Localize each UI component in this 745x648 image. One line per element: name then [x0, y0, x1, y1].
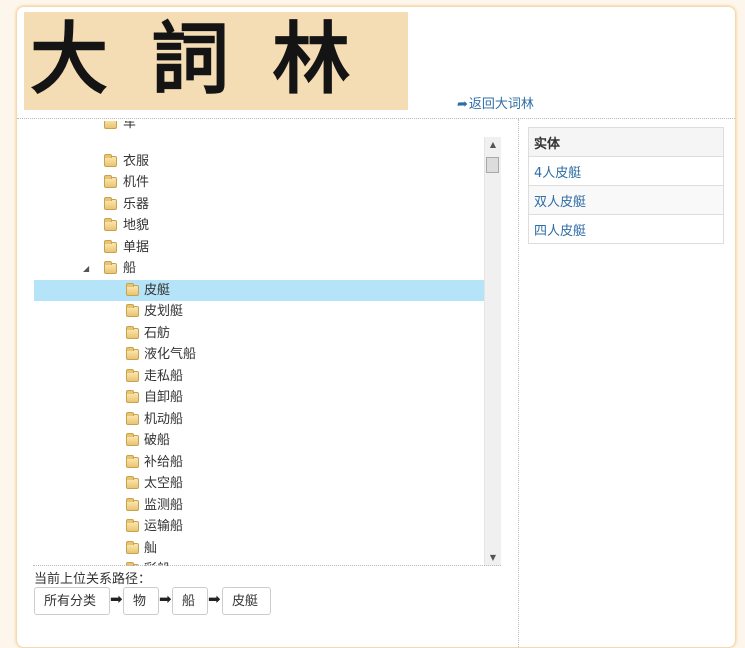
folder-icon — [104, 121, 117, 129]
folder-icon — [126, 498, 139, 511]
main-panel: 大 詞 林 ➦返回大词林 车 衣服 机件 乐器 地貌 单据 ◢ 船 皮艇 皮划艇… — [16, 6, 736, 648]
tree-node-label: 机动船 — [144, 412, 184, 427]
folder-icon — [104, 197, 117, 210]
tree-node[interactable]: 运输船 — [34, 516, 484, 537]
folder-icon — [104, 175, 117, 188]
crumb-kayak[interactable]: 皮艇 — [222, 587, 271, 615]
logo-text: 大 詞 林 — [30, 14, 359, 105]
tree-node-label: 补给船 — [144, 455, 184, 470]
tree-scrollbar[interactable]: ▲ ▼ — [484, 137, 501, 566]
category-tree: 车 衣服 机件 乐器 地貌 单据 ◢ 船 皮艇 皮划艇 石舫 液化气船 走私船 … — [34, 121, 484, 566]
tree-node[interactable]: 舢 — [34, 538, 484, 559]
column-header: 实体 — [528, 127, 724, 157]
triangle-up-icon[interactable]: ▲ — [485, 137, 501, 153]
tree-node-label: 破船 — [144, 433, 171, 448]
arrow-right-icon: ➡ — [208, 590, 221, 608]
tree-node-label: 机件 — [123, 175, 150, 190]
entity-link[interactable]: 4人皮艇 — [534, 166, 581, 181]
folder-icon — [126, 390, 139, 403]
tree-node-label: 舢 — [144, 541, 158, 556]
tree-node[interactable]: 监测船 — [34, 495, 484, 516]
folder-icon — [126, 369, 139, 382]
tree-node[interactable]: 乐器 — [34, 194, 484, 215]
folder-icon — [126, 433, 139, 446]
crumb-thing[interactable]: 物 — [123, 587, 159, 615]
entity-table: 实体 4人皮艇 双人皮艇 四人皮艇 — [528, 127, 724, 244]
tree-node[interactable]: 石舫 — [34, 323, 484, 344]
tree-node-label: 乐器 — [123, 197, 150, 212]
column-divider — [518, 119, 519, 647]
crumb-all-categories[interactable]: 所有分类 — [34, 587, 110, 615]
folder-icon — [126, 476, 139, 489]
folder-icon — [104, 218, 117, 231]
tree-node-label: 自卸船 — [144, 390, 184, 405]
tree-node-label: 皮艇 — [144, 283, 171, 298]
table-row: 双人皮艇 — [528, 185, 724, 215]
tree-node-expanded[interactable]: ◢ 船 — [34, 258, 484, 279]
tree-node[interactable]: 太空船 — [34, 473, 484, 494]
arrow-right-icon: ➡ — [110, 590, 123, 608]
tree-node-label: 皮划艇 — [144, 304, 184, 319]
entity-link[interactable]: 四人皮艇 — [534, 224, 586, 239]
folder-icon — [126, 412, 139, 425]
tree-node-label: 运输船 — [144, 519, 184, 534]
crumb-ship[interactable]: 船 — [172, 587, 208, 615]
table-cell: 双人皮艇 — [528, 185, 724, 215]
tree-node-label: 地貌 — [123, 218, 150, 233]
folder-icon — [104, 154, 117, 167]
folder-icon — [126, 326, 139, 339]
tree-node-label: 车 — [123, 121, 137, 131]
tree-node-label: 走私船 — [144, 369, 184, 384]
folder-icon — [104, 261, 117, 274]
tree-node-label: 单据 — [123, 240, 150, 255]
tree-bottom-divider — [33, 565, 501, 566]
back-link-label: 返回大词林 — [468, 97, 534, 112]
arrow-right-icon: ➡ — [159, 590, 172, 608]
table-row: 4人皮艇 — [528, 156, 724, 186]
tree-node[interactable]: 衣服 — [34, 151, 484, 172]
table-header-row: 实体 — [528, 127, 724, 157]
header-divider — [17, 118, 735, 119]
tree-node[interactable]: 单据 — [34, 237, 484, 258]
tree-node-label: 太空船 — [144, 476, 184, 491]
tree-node[interactable]: 地貌 — [34, 215, 484, 236]
table-row: 四人皮艇 — [528, 214, 724, 244]
tree-node-label: 船 — [123, 261, 137, 276]
scrollbar-thumb[interactable] — [486, 157, 499, 173]
folder-icon — [126, 304, 139, 317]
path-title: 当前上位关系路径： — [34, 572, 152, 587]
tree-node[interactable]: 液化气船 — [34, 344, 484, 365]
table-cell: 4人皮艇 — [528, 156, 724, 186]
folder-icon — [126, 455, 139, 468]
tree-node-label: 液化气船 — [144, 347, 197, 362]
back-to-home-link[interactable]: ➦返回大词林 — [457, 93, 534, 112]
folder-icon — [126, 541, 139, 554]
tree-node-label: 石舫 — [144, 326, 171, 341]
folder-icon — [126, 347, 139, 360]
folder-icon — [126, 283, 139, 296]
share-arrow-icon: ➦ — [457, 97, 468, 112]
tree-node-selected[interactable]: 皮艇 — [34, 280, 484, 301]
tree-node[interactable]: 破船 — [34, 430, 484, 451]
tree-node[interactable]: 自卸船 — [34, 387, 484, 408]
triangle-down-icon[interactable]: ▼ — [485, 550, 501, 566]
triangle-down-icon[interactable]: ◢ — [83, 258, 89, 279]
logo-banner: 大 詞 林 — [24, 12, 408, 110]
tree-node[interactable]: 车 — [34, 121, 484, 134]
tree-node-label: 衣服 — [123, 154, 150, 169]
folder-icon — [104, 240, 117, 253]
tree-node[interactable]: 机动船 — [34, 409, 484, 430]
entity-link[interactable]: 双人皮艇 — [534, 195, 586, 210]
tree-node[interactable]: 机件 — [34, 172, 484, 193]
tree-node[interactable]: 补给船 — [34, 452, 484, 473]
tree-node-label: 监测船 — [144, 498, 184, 513]
tree-node[interactable]: 走私船 — [34, 366, 484, 387]
table-cell: 四人皮艇 — [528, 214, 724, 244]
folder-icon — [126, 519, 139, 532]
tree-node[interactable]: 皮划艇 — [34, 301, 484, 322]
